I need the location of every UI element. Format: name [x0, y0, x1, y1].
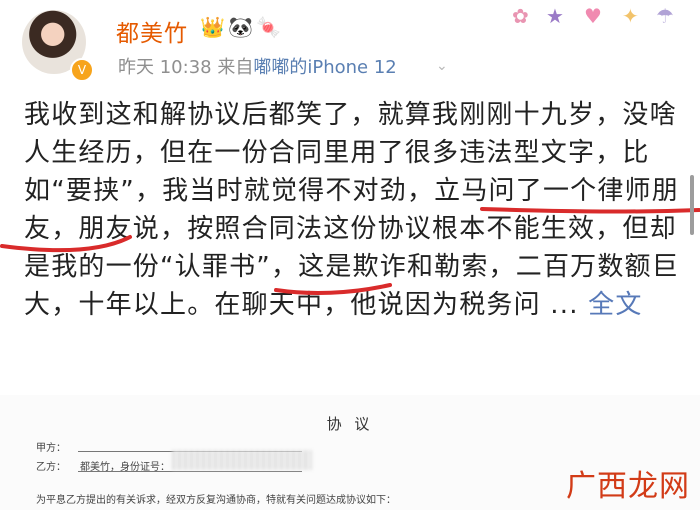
source-device-link[interactable]: 嘟嘟的iPhone 12 — [253, 57, 396, 78]
sparkle-icon: ✦ — [622, 4, 639, 28]
chevron-down-icon[interactable]: ⌄ — [436, 58, 448, 74]
post-meta: 昨天 10:38 来自嘟嘟的iPhone 12 — [118, 53, 397, 79]
ellipsis: ... — [550, 290, 579, 320]
username[interactable]: 都美竹 — [116, 14, 188, 48]
party-b-line — [78, 471, 302, 472]
watermark-logo: 广西龙网 — [566, 469, 690, 504]
umbrella-icon: ☂ — [656, 4, 674, 28]
post-content: 我收到这和解协议后都笑了，就算我刚刚十九岁，没啥人生经历，但在一份合同里用了很多… — [24, 100, 679, 320]
document-body: 为平息乙方提出的有关诉求，经双方反复沟通协商，特就有关问题达成协议如下： — [36, 495, 396, 506]
redacted-area — [172, 450, 312, 470]
heart-icon: ♥ — [584, 4, 602, 28]
party-b-label: 乙方： — [36, 462, 66, 473]
post-time: 昨天 10:38 — [118, 57, 212, 78]
attached-document-image[interactable]: 协 议 甲方： 乙方： 都美竹，身份证号： 为平息乙方提出的有关诉求，经双方反复… — [0, 395, 700, 510]
scrollbar-thumb[interactable] — [690, 175, 694, 235]
document-title: 协 议 — [326, 415, 374, 433]
flower-icon: ✿ — [512, 4, 529, 28]
candy-badge-icon[interactable]: 🍬 — [256, 14, 281, 40]
decoration-banner: ✿ ★ ♥ ✦ ☂ — [500, 0, 690, 36]
post-text: 我收到这和解协议后都笑了，就算我刚刚十九岁，没啥人生经历，但在一份合同里用了很多… — [24, 96, 689, 324]
expand-full-text-link[interactable]: 全文 — [588, 290, 642, 320]
star-icon: ★ — [546, 4, 564, 28]
crown-badge-icon[interactable]: 👑 — [200, 14, 225, 40]
party-a-label: 甲方： — [36, 443, 66, 454]
source-prefix: 来自 — [217, 57, 254, 78]
verified-badge-icon: V — [70, 58, 94, 82]
panda-badge-icon[interactable]: 🐼 — [228, 14, 253, 40]
